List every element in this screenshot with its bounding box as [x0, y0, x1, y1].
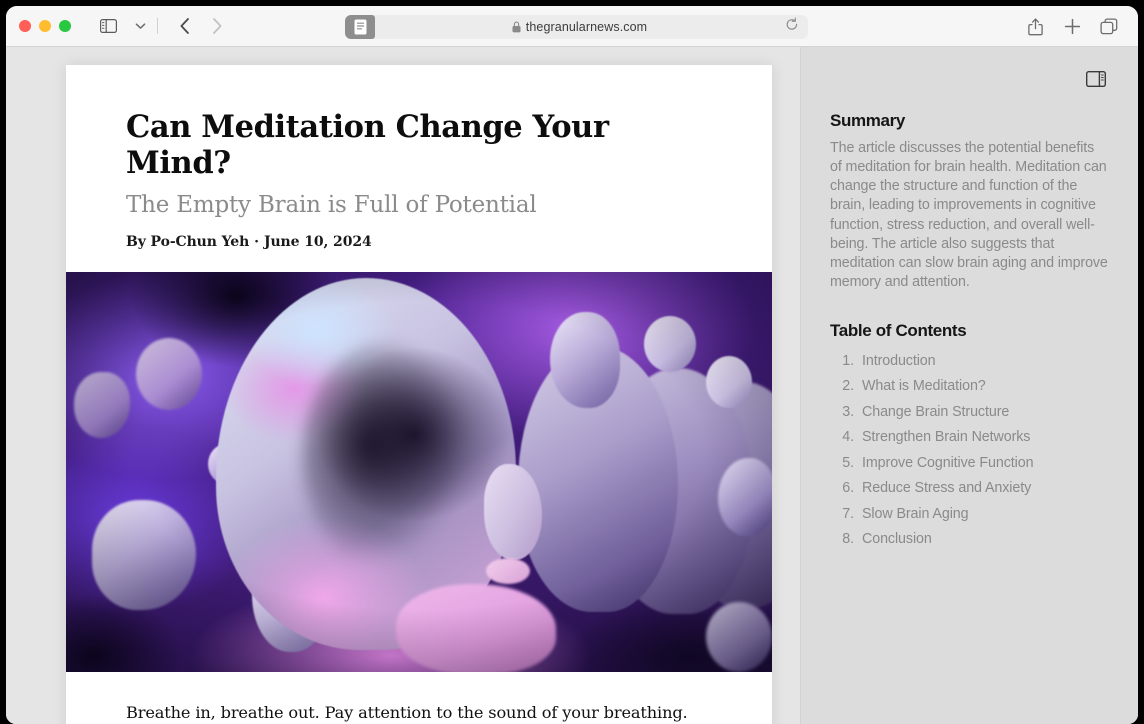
sidebar-dropdown-button[interactable] [125, 13, 155, 39]
summary-text: The article discusses the potential bene… [830, 140, 1108, 291]
tab-overview-button[interactable] [1094, 14, 1124, 40]
table-of-contents-list: Introduction What is Meditation? Change … [830, 348, 1109, 552]
article-subtitle: The Empty Brain is Full of Potential [126, 191, 537, 218]
share-icon [1027, 17, 1043, 35]
toolbar-divider [157, 18, 158, 34]
traffic-lights [19, 20, 71, 32]
summary-heading: Summary [830, 111, 906, 130]
sidebar-icon [99, 19, 117, 33]
lock-icon [512, 21, 521, 33]
toc-item[interactable]: Improve Cognitive Function [830, 450, 1109, 475]
toolbar-right-actions [1020, 6, 1124, 47]
right-sidebar-toggle-icon [1086, 71, 1106, 87]
safari-window: thegranularnews.com Can Meditation Chang… [6, 6, 1138, 724]
zoom-window-button[interactable] [59, 20, 71, 32]
right-sidebar-toggle-button[interactable] [1083, 68, 1109, 90]
back-arrow-icon [180, 18, 189, 34]
article-title: Can Meditation Change Your Mind? [126, 109, 609, 181]
sidebar-toggle-button[interactable] [93, 13, 123, 39]
address-bar-group: thegranularnews.com [345, 15, 808, 39]
address-bar[interactable]: thegranularnews.com [351, 15, 808, 39]
plus-icon [1064, 18, 1080, 35]
new-tab-button[interactable] [1057, 14, 1087, 40]
back-button[interactable] [170, 13, 200, 39]
url-text: thegranularnews.com [525, 20, 648, 34]
url-display: thegranularnews.com [512, 20, 647, 34]
browser-content: Can Meditation Change Your Mind? The Emp… [6, 47, 1138, 724]
hero-vignette [66, 271, 772, 672]
article-paragraph: Breathe in, breathe out. Pay attention t… [126, 702, 688, 722]
article-byline: By Po-Chun Yeh · June 10, 2024 [126, 234, 712, 272]
toc-item[interactable]: Change Brain Structure [830, 399, 1109, 424]
navigation-buttons [170, 13, 232, 39]
reader-pane[interactable]: Can Meditation Change Your Mind? The Emp… [6, 47, 800, 724]
toc-item[interactable]: Conclusion [830, 527, 1109, 552]
toc-item[interactable]: Reduce Stress and Anxiety [830, 476, 1109, 501]
article-header: Can Meditation Change Your Mind? The Emp… [66, 65, 772, 272]
article-body: Breathe in, breathe out. Pay attention t… [66, 672, 772, 724]
byline-date: June 10, 2024 [263, 233, 372, 250]
tab-overview-icon [1100, 18, 1118, 35]
chevron-down-icon [135, 23, 145, 29]
toc-item[interactable]: Strengthen Brain Networks [830, 425, 1109, 450]
article-hero-image [66, 271, 772, 672]
minimize-window-button[interactable] [39, 20, 51, 32]
toc-heading: Table of Contents [830, 321, 967, 341]
toc-item[interactable]: Introduction [830, 348, 1109, 373]
sidebar-toggle-group [93, 13, 160, 39]
reader-mode-icon [354, 19, 366, 35]
forward-button[interactable] [202, 13, 232, 39]
byline-separator: · [254, 233, 259, 250]
toc-item[interactable]: Slow Brain Aging [830, 501, 1109, 526]
sidebar-toggle-row [830, 47, 1109, 111]
reload-icon [786, 17, 798, 30]
byline-author: By Po-Chun Yeh [126, 233, 250, 250]
reader-mode-button[interactable] [345, 15, 375, 39]
reload-button[interactable] [785, 17, 799, 37]
browser-toolbar: thegranularnews.com [6, 6, 1138, 47]
reader-sidebar: Summary The article discusses the potent… [800, 47, 1138, 724]
forward-arrow-icon [213, 18, 222, 34]
close-window-button[interactable] [19, 20, 31, 32]
article-card: Can Meditation Change Your Mind? The Emp… [66, 65, 772, 724]
share-button[interactable] [1020, 14, 1050, 40]
toc-item[interactable]: What is Meditation? [830, 374, 1109, 399]
